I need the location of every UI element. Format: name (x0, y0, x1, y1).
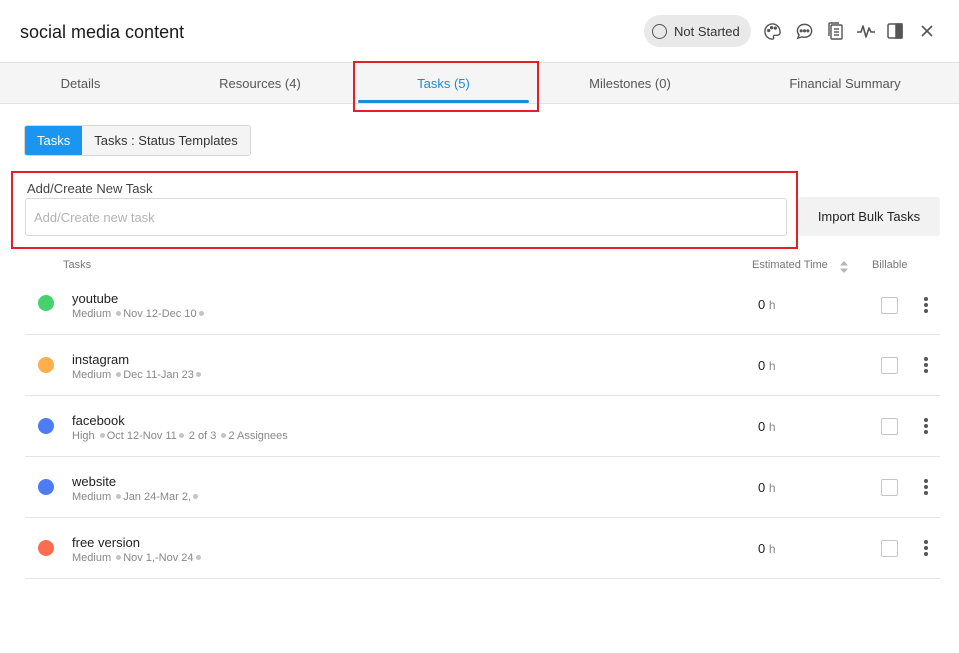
billable-checkbox[interactable] (881, 418, 898, 435)
billable-checkbox[interactable] (881, 297, 898, 314)
tab-details[interactable]: Details (20, 63, 141, 104)
task-name[interactable]: facebook (72, 413, 125, 428)
column-header-tasks: Tasks (63, 259, 92, 271)
circle-icon (652, 23, 667, 39)
table-row[interactable]: facebook High Oct 12-Nov 11 2 of 3 2 Ass… (25, 396, 940, 457)
more-vertical-icon[interactable] (919, 355, 933, 375)
task-meta: High Oct 12-Nov 11 2 of 3 2 Assignees (72, 430, 288, 442)
page-title: social media content (20, 22, 185, 42)
subtab-status-templates[interactable]: Tasks : Status Templates (82, 126, 250, 155)
close-icon[interactable] (917, 21, 937, 41)
documents-icon[interactable] (825, 21, 845, 41)
tasks-subtab-group: Tasks Tasks : Status Templates (24, 125, 251, 156)
task-name[interactable]: instagram (72, 352, 129, 367)
table-row[interactable]: youtube Medium Nov 12-Dec 10 0 h (25, 274, 940, 335)
estimated-time: 0 h (758, 419, 776, 434)
task-name[interactable]: youtube (72, 291, 118, 306)
status-button[interactable]: Not Started (644, 15, 751, 47)
status-dot (38, 540, 54, 556)
more-vertical-icon[interactable] (919, 295, 933, 315)
sidebar-panel-icon[interactable] (885, 21, 905, 41)
estimated-time: 0 h (758, 480, 776, 495)
chat-bubble-icon[interactable] (794, 21, 814, 41)
status-dot (38, 418, 54, 434)
billable-checkbox[interactable] (881, 357, 898, 374)
dialog-header: social media content Not Started (0, 0, 959, 62)
table-row[interactable]: website Medium Jan 24-Mar 2, 0 h (25, 457, 940, 518)
table-row[interactable]: free version Medium Nov 1,-Nov 24 0 h (25, 518, 940, 579)
table-row[interactable]: instagram Medium Dec 11-Jan 23 0 h (25, 335, 940, 396)
more-vertical-icon[interactable] (919, 477, 933, 497)
more-vertical-icon[interactable] (919, 538, 933, 558)
tab-financial-summary[interactable]: Financial Summary (770, 63, 920, 104)
status-dot (38, 295, 54, 311)
task-meta: Medium Dec 11-Jan 23 (72, 369, 203, 381)
import-bulk-tasks-button[interactable]: Import Bulk Tasks (798, 197, 940, 236)
more-vertical-icon[interactable] (919, 416, 933, 436)
palette-icon[interactable] (762, 21, 782, 41)
estimated-time: 0 h (758, 297, 776, 312)
estimated-time: 0 h (758, 541, 776, 556)
sort-arrows-icon[interactable] (839, 260, 849, 274)
task-meta: Medium Jan 24-Mar 2, (72, 491, 200, 503)
status-dot (38, 479, 54, 495)
column-header-estimated-time[interactable]: Estimated Time (752, 259, 828, 271)
task-meta: Medium Nov 12-Dec 10 (72, 308, 206, 320)
task-name[interactable]: free version (72, 535, 140, 550)
billable-checkbox[interactable] (881, 540, 898, 557)
status-dot (38, 357, 54, 373)
tab-bar: Details Resources (4) Tasks (5) Mileston… (0, 62, 959, 104)
tab-tasks[interactable]: Tasks (5) (358, 63, 529, 104)
status-label: Not Started (674, 23, 740, 39)
task-meta: Medium Nov 1,-Nov 24 (72, 552, 203, 564)
billable-checkbox[interactable] (881, 479, 898, 496)
estimated-time: 0 h (758, 358, 776, 373)
task-name[interactable]: website (72, 474, 116, 489)
new-task-input[interactable] (25, 198, 787, 236)
activity-pulse-icon[interactable] (856, 21, 876, 41)
tab-milestones[interactable]: Milestones (0) (560, 63, 700, 104)
column-header-billable: Billable (872, 259, 908, 271)
subtab-tasks[interactable]: Tasks (25, 126, 83, 155)
new-task-label: Add/Create New Task (27, 181, 153, 196)
tab-resources[interactable]: Resources (4) (190, 63, 330, 104)
active-tab-indicator (358, 100, 529, 103)
